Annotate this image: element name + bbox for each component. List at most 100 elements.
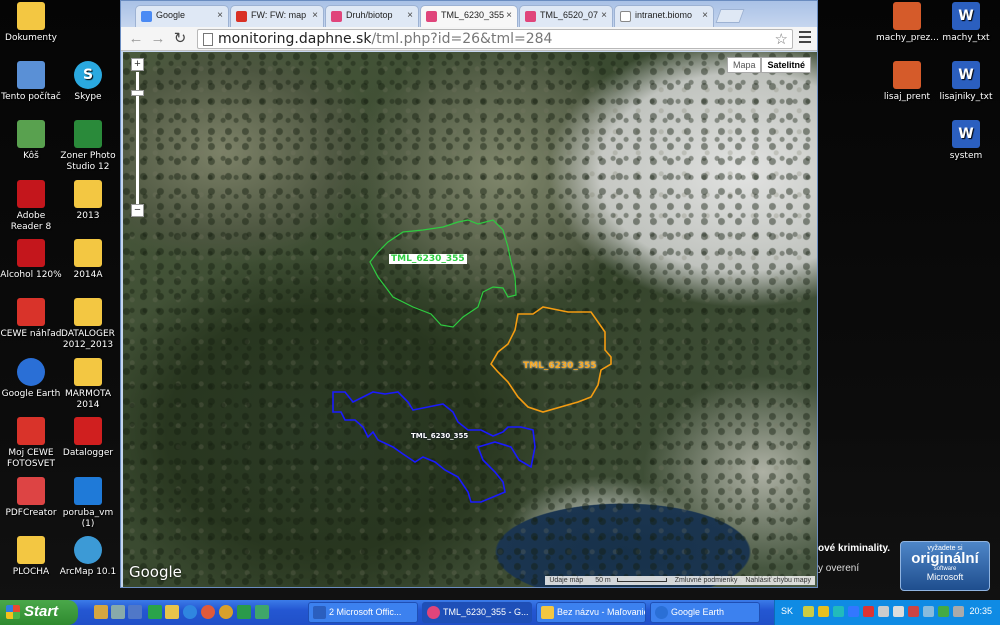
quicklaunch-desktop-icon[interactable] bbox=[128, 605, 142, 619]
powerpoint-file-icon bbox=[893, 61, 921, 89]
desktop-icon-2014a[interactable]: 2014A bbox=[57, 239, 119, 281]
desktop-icon-zoner[interactable]: Zoner Photo Studio 12 bbox=[57, 120, 119, 173]
tab-tml-6230-355[interactable]: TML_6230_355 × bbox=[420, 5, 518, 28]
desktop-icon-lisaj-prent[interactable]: lisaj_prent bbox=[876, 61, 938, 103]
desktop-icon-arcmap[interactable]: ArcMap 10.1 bbox=[57, 536, 119, 578]
map-data-link[interactable]: Údaje máp bbox=[545, 576, 587, 585]
tray-star-icon[interactable] bbox=[833, 606, 844, 617]
quicklaunch-app-icon[interactable] bbox=[111, 605, 125, 619]
language-indicator[interactable]: SK bbox=[781, 606, 793, 616]
forward-arrow-icon[interactable]: → bbox=[149, 30, 167, 48]
desktop-icon-google-earth[interactable]: Google Earth bbox=[0, 358, 62, 400]
map-type-satellite-button[interactable]: Satelitné bbox=[761, 57, 811, 73]
desktop-icon-tento-pocitac[interactable]: Tento počítač bbox=[0, 61, 62, 103]
zoom-out-button[interactable]: − bbox=[131, 204, 144, 217]
clock[interactable]: 20:35 bbox=[969, 606, 992, 616]
tab-gmail[interactable]: FW: FW: map × bbox=[230, 5, 324, 27]
polygon-orange[interactable] bbox=[490, 306, 612, 413]
start-button[interactable]: Start bbox=[0, 600, 78, 625]
tray-misc-icon[interactable] bbox=[953, 606, 964, 617]
terms-link[interactable]: Zmluvné podmienky bbox=[671, 576, 742, 585]
powerpoint-file-icon bbox=[893, 2, 921, 30]
tray-bluetooth-icon[interactable] bbox=[848, 606, 859, 617]
tab-google[interactable]: Google × bbox=[135, 5, 229, 27]
daphne-favicon-icon bbox=[426, 11, 437, 22]
close-tab-icon[interactable]: × bbox=[217, 10, 223, 21]
desktop-icon-marmota[interactable]: MARMOTA 2014 bbox=[57, 358, 119, 411]
desktop-icon-alcohol[interactable]: Alcohol 120% bbox=[0, 239, 62, 281]
desktop-icon-lisajniky-txt[interactable]: Wlisajniky_txt bbox=[935, 61, 997, 103]
folder-icon bbox=[74, 358, 102, 386]
taskbar-item-office[interactable]: 2 Microsoft Offic... bbox=[308, 602, 418, 623]
chrome-icon bbox=[427, 606, 440, 619]
polygon-label-blue: TML_6230_355 bbox=[411, 432, 469, 440]
desktop-icon-skype[interactable]: S Skype bbox=[57, 61, 119, 103]
tab-druh-biotop[interactable]: Druh/biotop × bbox=[325, 5, 419, 27]
map-type-map-button[interactable]: Mapa bbox=[726, 57, 762, 73]
bookmark-star-icon[interactable]: ☆ bbox=[775, 30, 788, 48]
desktop-icon-poruba[interactable]: poruba_vm (1) bbox=[57, 477, 119, 530]
taskbar-item-google-earth[interactable]: Google Earth bbox=[650, 602, 760, 623]
folder-icon bbox=[74, 180, 102, 208]
quicklaunch-excel-icon[interactable] bbox=[237, 605, 251, 619]
jpeg-file-icon bbox=[74, 477, 102, 505]
taskbar-item-chrome[interactable]: TML_6230_355 - G... bbox=[422, 602, 532, 623]
close-tab-icon[interactable]: × bbox=[702, 10, 708, 21]
quicklaunch-window-icon[interactable] bbox=[148, 605, 162, 619]
tray-volume-icon[interactable] bbox=[893, 606, 904, 617]
tab-tml-6520[interactable]: TML_6520_07 × bbox=[519, 5, 613, 27]
close-tab-icon[interactable]: × bbox=[407, 10, 413, 21]
quicklaunch-ie-icon[interactable] bbox=[183, 605, 197, 619]
close-tab-icon[interactable]: × bbox=[506, 10, 512, 21]
taskbar-item-paint[interactable]: Bez názvu - Maľovanie bbox=[536, 602, 646, 623]
quicklaunch-paint-icon[interactable] bbox=[165, 605, 179, 619]
desktop-icon-machy-txt[interactable]: Wmachy_txt bbox=[935, 2, 997, 44]
zoom-slider-handle[interactable] bbox=[131, 90, 144, 96]
quicklaunch-media-icon[interactable] bbox=[219, 605, 233, 619]
genuine-microsoft-badge[interactable]: vyžadete si originální software Microsof… bbox=[900, 541, 990, 591]
back-arrow-icon[interactable]: ← bbox=[127, 30, 145, 48]
browser-window: Google × FW: FW: map × Druh/biotop × TML… bbox=[120, 0, 818, 588]
desktop-icon-dokumenty[interactable]: Dokumenty bbox=[0, 2, 62, 44]
close-tab-icon[interactable]: × bbox=[312, 10, 318, 21]
tray-shield-icon[interactable] bbox=[818, 606, 829, 617]
tray-network-icon[interactable] bbox=[803, 606, 814, 617]
desktop-icon-datalogger-folder[interactable]: DATALOGER 2012_2013 bbox=[57, 298, 119, 351]
address-bar[interactable]: monitoring.daphne.sk/tml.php?id=26&tml=2… bbox=[197, 29, 793, 49]
pdfcreator-icon bbox=[17, 477, 45, 505]
tray-update-icon[interactable] bbox=[908, 606, 919, 617]
scale-bar: 50 m bbox=[587, 576, 671, 585]
tray-antivirus-icon[interactable] bbox=[863, 606, 874, 617]
tray-sync-icon[interactable] bbox=[938, 606, 949, 617]
folder-icon bbox=[17, 536, 45, 564]
desktop-icon-cewe[interactable]: CEWE náhľad bbox=[0, 298, 62, 340]
close-tab-icon[interactable]: × bbox=[601, 10, 607, 21]
zoom-in-button[interactable]: + bbox=[131, 58, 144, 71]
tray-safely-remove-icon[interactable] bbox=[923, 606, 934, 617]
reload-icon[interactable]: ↻ bbox=[171, 30, 189, 48]
desktop-icon-cewe-fotosvet[interactable]: Moj CEWE FOTOSVET bbox=[0, 417, 62, 470]
cewe-icon bbox=[17, 417, 45, 445]
tray-app-icon[interactable] bbox=[878, 606, 889, 617]
quicklaunch-chrome-icon[interactable] bbox=[201, 605, 215, 619]
polygon-green[interactable] bbox=[369, 219, 517, 328]
menu-icon[interactable] bbox=[799, 31, 811, 46]
desktop-icon-adobe-reader[interactable]: Adobe Reader 8 bbox=[0, 180, 62, 233]
polygon-blue[interactable] bbox=[332, 391, 536, 503]
desktop-icon-system[interactable]: Wsystem bbox=[935, 120, 997, 162]
desktop-icon-plocha[interactable]: PLOCHA bbox=[0, 536, 62, 578]
report-error-link[interactable]: Nahlásiť chybu mapy bbox=[741, 576, 815, 585]
desktop-icon-kos[interactable]: Kôš bbox=[0, 120, 62, 162]
desktop-icon-2013[interactable]: 2013 bbox=[57, 180, 119, 222]
zoner-photo-icon bbox=[74, 120, 102, 148]
url-text: monitoring.daphne.sk/tml.php?id=26&tml=2… bbox=[218, 31, 553, 47]
desktop-icon-datalogger[interactable]: Datalogger bbox=[57, 417, 119, 459]
new-tab-button[interactable] bbox=[715, 9, 745, 23]
satellite-map[interactable]: TML_6230_355 TML_6230_355 TML_6230_355 +… bbox=[123, 52, 817, 587]
desktop-icon-machy-prez[interactable]: machy_prez... bbox=[876, 2, 939, 44]
quicklaunch-access-icon[interactable] bbox=[255, 605, 269, 619]
desktop-icon-pdfcreator[interactable]: PDFCreator bbox=[0, 477, 62, 519]
quicklaunch-outlook-icon[interactable] bbox=[94, 605, 108, 619]
tab-intranet[interactable]: intranet.biomo × bbox=[614, 5, 714, 27]
polygon-label-green: TML_6230_355 bbox=[389, 254, 467, 264]
